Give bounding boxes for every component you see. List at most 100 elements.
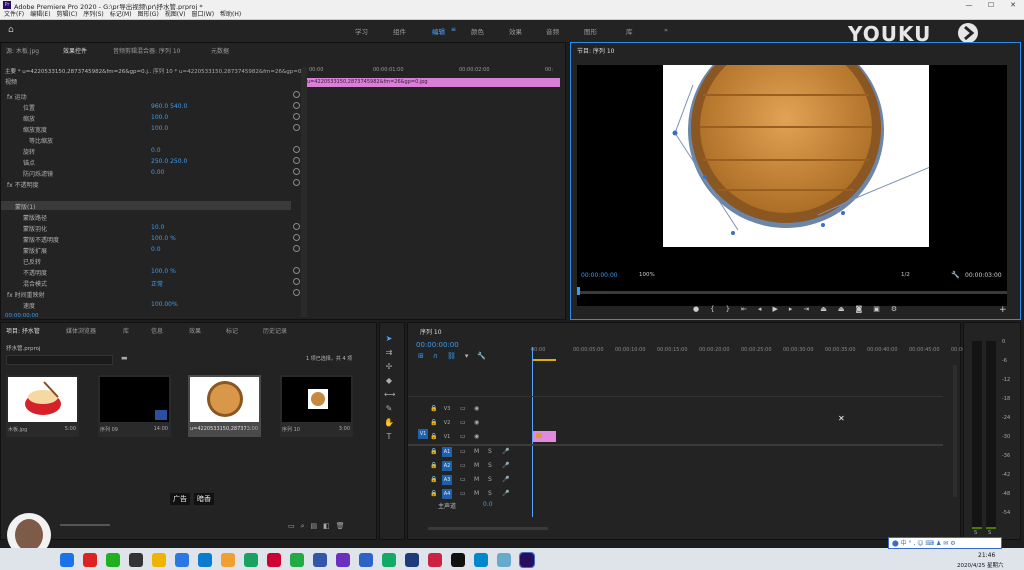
workspace-learn[interactable]: 学习 <box>355 26 368 36</box>
sync-lock-icon[interactable]: ▭ <box>460 462 466 469</box>
track-name[interactable]: V2 <box>442 418 452 428</box>
master-value[interactable]: 0.0 <box>483 501 493 508</box>
photoshop-icon[interactable] <box>359 553 373 567</box>
clip-bar[interactable]: u=4220533150,2873745982&fm=26&gp=0.jpg <box>307 78 560 87</box>
app-icon[interactable] <box>198 553 212 567</box>
menu-graphics[interactable]: 图形(G) <box>137 10 158 19</box>
mic-icon[interactable]: 🎤 <box>502 476 509 483</box>
clip-header[interactable]: 主要 * u=4220533150,2873745982&fm=26&gp=0.… <box>5 67 151 75</box>
solo-icon[interactable]: S <box>488 448 492 455</box>
tab-markers[interactable]: 标记 <box>226 326 238 335</box>
sync-lock-icon[interactable]: ▭ <box>460 419 466 426</box>
effect-row-value[interactable]: 960.0 540.0 <box>151 103 187 110</box>
lock-icon[interactable]: 🔒 <box>430 490 437 497</box>
workspace-libraries[interactable]: 库 <box>626 26 633 36</box>
menu-clip[interactable]: 剪辑(C) <box>56 10 77 19</box>
effect-row-value[interactable]: 100.0 % <box>151 268 176 275</box>
menu-sequence[interactable]: 序列(S) <box>83 10 104 19</box>
sequence-header[interactable]: 序列 10 * u=4220533150,2873745982&fm=26&gp… <box>153 67 303 75</box>
reset-icon[interactable] <box>293 289 300 296</box>
effect-row-value[interactable]: 0.00 <box>151 169 164 176</box>
track-name[interactable]: V1 <box>442 432 452 442</box>
reset-icon[interactable] <box>293 124 300 131</box>
export-frame-icon[interactable]: ◙ <box>855 305 873 313</box>
timeline-scrollbar[interactable] <box>428 527 548 530</box>
mark-in-icon[interactable]: { <box>710 305 725 313</box>
wechat-icon[interactable] <box>106 553 120 567</box>
ripple-edit-tool-icon[interactable]: ✢ <box>384 362 394 372</box>
browser-icon[interactable] <box>60 553 74 567</box>
lock-icon[interactable]: 🔒 <box>430 405 437 412</box>
tab-metadata[interactable]: 元数据 <box>211 46 229 55</box>
app-icon[interactable] <box>175 553 189 567</box>
extract-icon[interactable]: ⏏ <box>838 305 856 313</box>
reset-icon[interactable] <box>293 91 300 98</box>
lock-icon[interactable]: 🔒 <box>430 419 437 426</box>
workspace-menu-icon[interactable]: ≡ <box>451 26 456 33</box>
new-bin-icon[interactable]: ▬ <box>121 354 128 362</box>
app-icon[interactable] <box>267 553 281 567</box>
lock-icon[interactable]: 🔒 <box>430 448 437 455</box>
audition-icon[interactable] <box>382 553 396 567</box>
track-name[interactable]: A1 <box>442 447 452 457</box>
hand-tool-icon[interactable]: ✋ <box>384 418 394 428</box>
eye-icon[interactable]: ◉ <box>474 433 479 440</box>
eye-icon[interactable]: ◉ <box>474 405 479 412</box>
menu-help[interactable]: 帮助(H) <box>220 10 241 19</box>
reset-icon[interactable] <box>293 157 300 164</box>
reset-icon[interactable] <box>293 102 300 109</box>
app-icon[interactable] <box>83 553 97 567</box>
wrench-icon[interactable]: 🔧 <box>951 271 960 279</box>
solo-icon[interactable]: S <box>488 490 492 497</box>
project-item-barrel[interactable]: u=4220533150,28737... 3:00 <box>188 375 261 437</box>
razor-tool-icon[interactable]: ◆ <box>384 376 394 386</box>
program-scrubber[interactable] <box>577 291 1007 294</box>
bin-icon[interactable]: ▤ <box>311 522 324 530</box>
reset-icon[interactable] <box>293 245 300 252</box>
reset-icon[interactable] <box>293 267 300 274</box>
app-icon[interactable] <box>221 553 235 567</box>
track-name[interactable]: V3 <box>442 404 452 414</box>
tab-info[interactable]: 信息 <box>151 326 163 335</box>
tab-project[interactable]: 项目: 抒水管 <box>6 326 40 335</box>
program-settings-icon[interactable]: ⚙ <box>891 305 908 313</box>
premiere-icon[interactable] <box>519 552 535 568</box>
effect-timecode[interactable]: 00:00:00:00 <box>5 313 39 319</box>
mute-icon[interactable]: M <box>474 462 479 469</box>
thumbnail-size-slider[interactable] <box>60 524 110 526</box>
solo-left[interactable]: S <box>974 530 977 536</box>
app-icon[interactable] <box>290 553 304 567</box>
marker-icon[interactable]: ▾ <box>465 352 478 360</box>
timeline-settings-icon[interactable]: 🔧 <box>477 352 495 360</box>
media-encoder-icon[interactable] <box>405 553 419 567</box>
solo-right[interactable]: S <box>988 530 991 536</box>
project-search-input[interactable] <box>6 355 113 365</box>
reset-icon[interactable] <box>293 278 300 285</box>
zoom-select[interactable]: 100% <box>639 272 655 278</box>
home-icon[interactable]: ⌂ <box>8 25 14 35</box>
effect-row-value[interactable]: 100.0 % <box>151 235 176 242</box>
app-icon[interactable] <box>428 553 442 567</box>
menu-edit[interactable]: 编辑(E) <box>30 10 50 19</box>
reset-icon[interactable] <box>293 234 300 241</box>
sync-lock-icon[interactable]: ▭ <box>460 433 466 440</box>
menu-marker[interactable]: 标记(M) <box>110 10 132 19</box>
tiktok-icon[interactable] <box>451 553 465 567</box>
mark-out-icon[interactable]: } <box>726 305 741 313</box>
app-icon[interactable] <box>129 553 143 567</box>
workspace-overflow-icon[interactable]: » <box>664 26 668 34</box>
tab-history[interactable]: 历史记录 <box>263 326 287 335</box>
reset-icon[interactable] <box>293 113 300 120</box>
tab-audio-clip-mixer[interactable]: 音频剪辑混合器: 序列 10 <box>113 46 180 55</box>
sync-lock-icon[interactable]: ▭ <box>460 476 466 483</box>
track-select-tool-icon[interactable]: ⇉ <box>384 348 394 358</box>
linked-selection-icon[interactable]: ⛓ <box>447 352 465 360</box>
clock-date[interactable]: 2020/4/25 星期六 <box>957 561 1003 569</box>
play-icon[interactable]: ▶ <box>772 305 788 313</box>
mute-icon[interactable]: M <box>474 490 479 497</box>
effect-row-value[interactable]: 250.0 250.0 <box>151 158 187 165</box>
app-icon[interactable] <box>497 553 511 567</box>
tab-effects[interactable]: 效果 <box>189 326 201 335</box>
snap-icon[interactable]: ∩ <box>433 352 447 360</box>
effect-row-value[interactable]: 10.0 <box>151 224 164 231</box>
